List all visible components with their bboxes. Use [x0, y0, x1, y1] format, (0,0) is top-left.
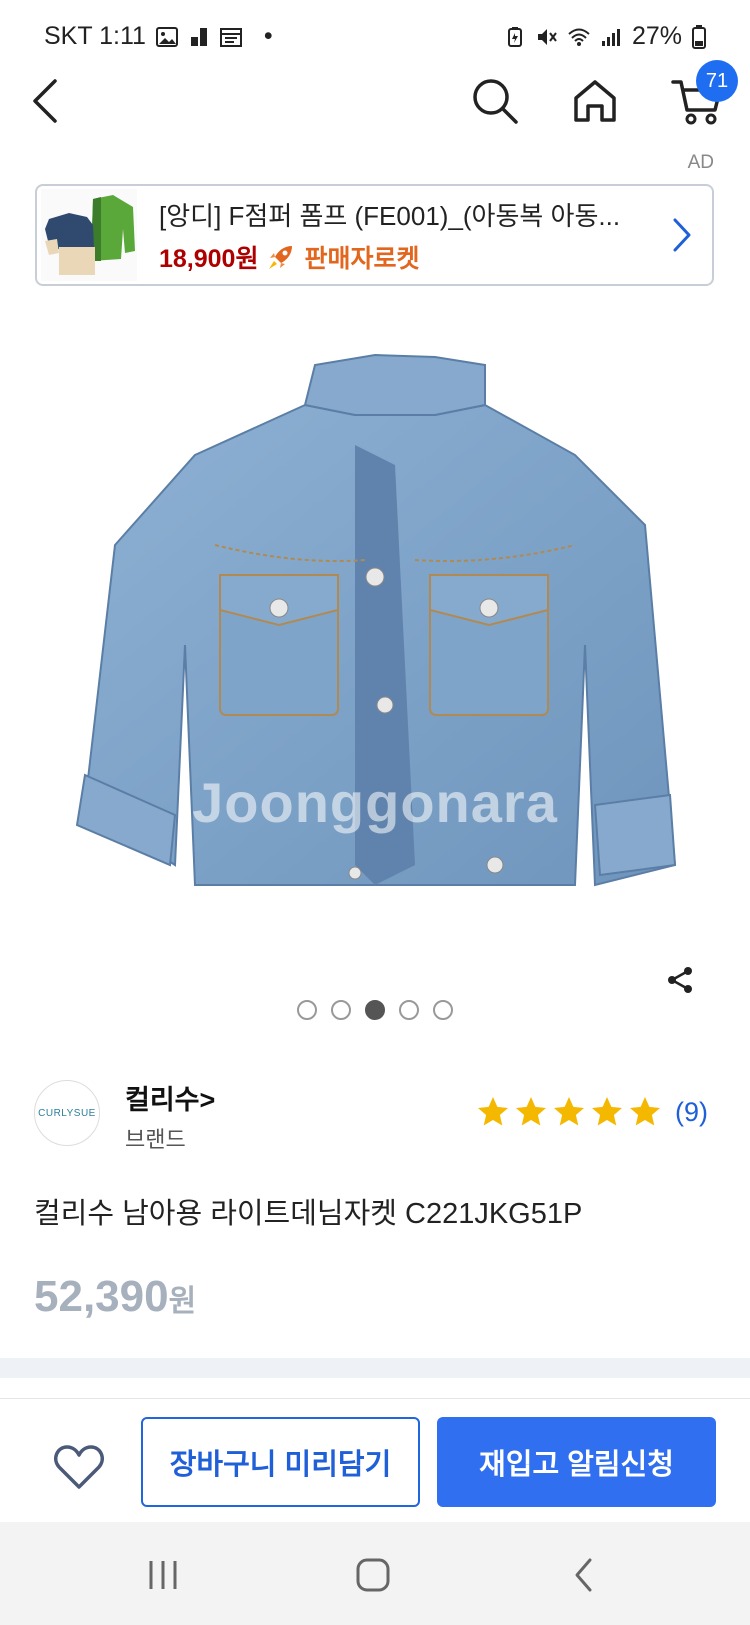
- section-divider: [0, 1358, 750, 1378]
- calendar-icon: [219, 27, 242, 47]
- home-square-icon: [356, 1558, 390, 1592]
- carousel-dot[interactable]: [331, 1000, 351, 1020]
- signal-icon: [601, 28, 620, 46]
- share-icon: [668, 967, 692, 993]
- star-icon: [554, 1097, 584, 1126]
- restock-notify-button[interactable]: 재입고 알림신청: [437, 1417, 716, 1507]
- ad-rocket-badge: 판매자로켓: [304, 244, 420, 273]
- product-title: 컬리수 남아용 라이트데님자켓 C221JKG51P: [34, 1198, 583, 1230]
- top-navigation: 71: [0, 60, 750, 156]
- price-unit: 원: [168, 1285, 197, 1318]
- status-bar: SKT 1:11 • 27%: [0, 0, 750, 74]
- cart-count-badge: 71: [696, 60, 738, 102]
- star-icon: [630, 1097, 660, 1126]
- carousel-pagination: [0, 1000, 750, 1020]
- search-icon: [473, 79, 518, 124]
- system-navigation-bar: [0, 1522, 750, 1625]
- search-button[interactable]: [460, 66, 530, 136]
- status-right: 27%: [504, 22, 706, 51]
- bottom-action-bar: 장바구니 미리담기 재입고 알림신청: [0, 1398, 750, 1522]
- battery-saver-icon: [507, 26, 522, 47]
- more-notifications-dot: •: [263, 22, 273, 50]
- system-back-button[interactable]: [556, 1550, 612, 1600]
- home-icon: [574, 80, 616, 122]
- product-price: 52,390원: [34, 1272, 196, 1322]
- brand-name-link[interactable]: 컬리수>: [125, 1078, 215, 1117]
- back-arrow-icon: [575, 1558, 592, 1592]
- carrier-time: SKT 1:11: [44, 22, 146, 50]
- battery-icon: [692, 24, 706, 49]
- rocket-icon: [269, 245, 293, 269]
- review-count[interactable]: (9): [675, 1097, 708, 1128]
- chevron-left-icon: [33, 79, 57, 123]
- back-button[interactable]: [12, 66, 82, 136]
- watermark: Joonggonara: [192, 771, 558, 834]
- brand-type-label: 브랜드: [125, 1127, 186, 1152]
- status-left: SKT 1:11 •: [44, 22, 273, 51]
- recent-apps-button[interactable]: [135, 1550, 191, 1600]
- battery-percent: 27%: [631, 22, 682, 50]
- ad-arrow: [652, 217, 712, 253]
- mute-icon: [537, 28, 557, 45]
- home-button[interactable]: [560, 66, 630, 136]
- cart-button[interactable]: 71: [662, 60, 738, 136]
- ad-label: AD: [687, 152, 714, 173]
- ad-text: [앙디] F점퍼 폼프 (FE001)_(아동복 아동... 18,900원 판…: [139, 196, 652, 275]
- carousel-dot[interactable]: [297, 1000, 317, 1020]
- ad-price: 18,900원: [159, 244, 259, 273]
- gallery-icon: [155, 26, 178, 47]
- recent-apps-icon: [149, 1561, 177, 1589]
- ad-jacket-image: [41, 189, 137, 281]
- ad-title: [앙디] F점퍼 폼프 (FE001)_(아동복 아동...: [159, 200, 621, 231]
- chevron-right-icon: [673, 218, 691, 252]
- brand-logo[interactable]: CURLYSUE: [34, 1080, 100, 1146]
- wishlist-button[interactable]: [50, 1441, 108, 1493]
- ad-banner[interactable]: [앙디] F점퍼 폼프 (FE001)_(아동복 아동... 18,900원 판…: [35, 184, 714, 286]
- brand-logo-text: CURLYSUE: [38, 1107, 96, 1119]
- ad-thumbnail: [39, 186, 139, 284]
- star-icon: [478, 1097, 508, 1126]
- carousel-dot[interactable]: [433, 1000, 453, 1020]
- star-icon: [592, 1097, 622, 1126]
- product-image-carousel[interactable]: Joonggonara: [0, 300, 750, 950]
- share-button[interactable]: [660, 960, 700, 1000]
- price-value: 52,390: [34, 1272, 169, 1321]
- star-icon: [516, 1097, 546, 1126]
- ad-subline: 18,900원 판매자로켓: [159, 239, 652, 275]
- system-home-button[interactable]: [345, 1550, 401, 1600]
- add-to-cart-button[interactable]: 장바구니 미리담기: [141, 1417, 420, 1507]
- carousel-dot-active[interactable]: [365, 1000, 385, 1020]
- heart-icon: [54, 1445, 104, 1489]
- notification-app-icon: [190, 27, 207, 46]
- carousel-dot[interactable]: [399, 1000, 419, 1020]
- product-rating[interactable]: (9): [475, 1094, 708, 1130]
- wifi-icon: [568, 28, 590, 46]
